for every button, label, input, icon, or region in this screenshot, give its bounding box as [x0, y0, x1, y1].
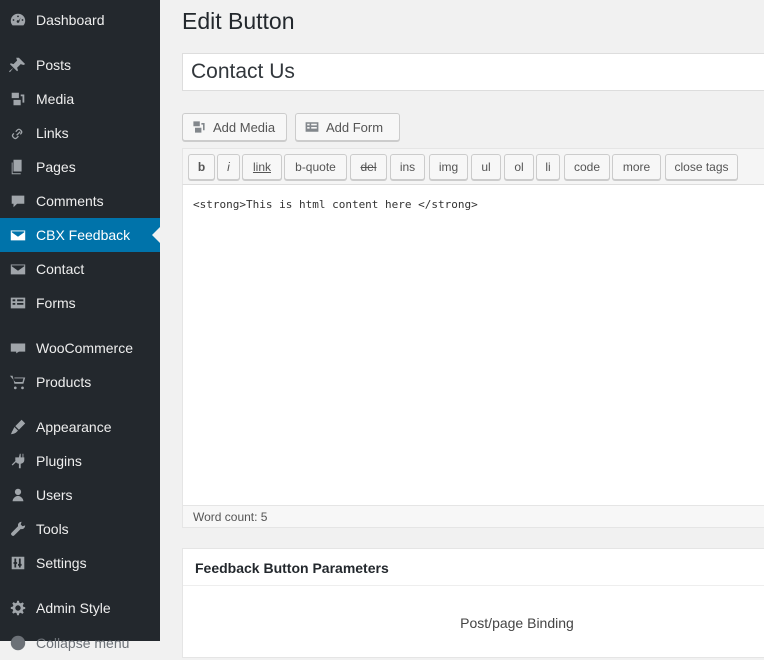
envelope-icon — [8, 225, 28, 245]
qt-ul-button[interactable]: ul — [471, 154, 501, 180]
qt-img-button[interactable]: img — [429, 154, 468, 180]
forms-icon — [305, 122, 319, 132]
quicktags-toolbar: b i link b-quote del ins img ul ol li co… — [182, 148, 764, 185]
sidebar-item-tools[interactable]: Tools — [0, 512, 160, 546]
sidebar-item-label: CBX Feedback — [36, 227, 131, 243]
sidebar-item-label: Products — [36, 374, 92, 390]
sidebar-item-woocommerce[interactable]: WooCommerce — [0, 331, 160, 365]
sidebar-item-cbx-feedback[interactable]: CBX Feedback — [0, 218, 160, 252]
sidebar-item-label: Posts — [36, 57, 72, 73]
add-form-button[interactable]: Add Form — [295, 113, 400, 141]
add-media-button[interactable]: Add Media — [182, 113, 287, 141]
sidebar-item-label: Users — [36, 487, 73, 503]
gear-icon — [8, 598, 28, 618]
envelope-icon — [8, 259, 28, 279]
collapse-menu-button[interactable]: Collapse menu — [0, 626, 160, 660]
pages-icon — [8, 157, 28, 177]
page-title: Edit Button — [182, 8, 295, 34]
qt-link-button[interactable]: link — [242, 154, 282, 180]
qt-code-button[interactable]: code — [564, 154, 610, 180]
woo-icon — [8, 338, 28, 358]
sidebar-item-label: Collapse menu — [36, 635, 130, 651]
sidebar-item-pages[interactable]: Pages — [0, 150, 160, 184]
add-media-label: Add Media — [213, 119, 276, 135]
word-count: Word count: 5 — [193, 510, 268, 524]
sidebar-item-forms[interactable]: Forms — [0, 286, 160, 320]
sidebar-item-label: Tools — [36, 521, 69, 537]
sidebar-item-label: Forms — [36, 295, 76, 311]
post-page-binding-label: Post/page Binding — [460, 615, 574, 631]
qt-close-tags-button[interactable]: close tags — [665, 154, 738, 180]
admin-sidebar: Dashboard Posts Media Links Pages Commen… — [0, 0, 160, 651]
qt-ol-button[interactable]: ol — [504, 154, 534, 180]
media-icon — [8, 89, 28, 109]
sidebar-item-dashboard[interactable]: Dashboard — [0, 3, 160, 37]
cart-icon — [8, 372, 28, 392]
qt-li-button[interactable]: li — [536, 154, 560, 180]
sidebar-item-label: Admin Style — [36, 600, 111, 616]
settings-icon — [8, 553, 28, 573]
editor-content: <strong>This is html content here </stro… — [193, 198, 478, 211]
feedback-parameters-metabox: Feedback Button Parameters Post/page Bin… — [182, 548, 764, 658]
qt-bold-button[interactable]: b — [188, 154, 215, 180]
plug-icon — [8, 451, 28, 471]
sidebar-item-products[interactable]: Products — [0, 365, 160, 399]
sidebar-item-label: Contact — [36, 261, 85, 277]
sidebar-item-label: Settings — [36, 555, 87, 571]
sidebar-item-media[interactable]: Media — [0, 82, 160, 116]
sidebar-item-label: Plugins — [36, 453, 82, 469]
comment-icon — [8, 191, 28, 211]
sidebar-item-label: WooCommerce — [36, 340, 133, 356]
wrench-icon — [8, 519, 28, 539]
pin-icon — [8, 55, 28, 75]
add-form-label: Add Form — [326, 119, 384, 135]
sidebar-item-links[interactable]: Links — [0, 116, 160, 150]
media-icon — [193, 121, 205, 133]
collapse-icon — [8, 633, 28, 653]
dashboard-icon — [8, 10, 28, 30]
qt-del-button[interactable]: del — [350, 154, 387, 180]
brush-icon — [8, 417, 28, 437]
sidebar-item-label: Pages — [36, 159, 76, 175]
metabox-title[interactable]: Feedback Button Parameters — [183, 549, 764, 586]
link-icon — [8, 123, 28, 143]
sidebar-item-posts[interactable]: Posts — [0, 48, 160, 82]
sidebar-item-settings[interactable]: Settings — [0, 546, 160, 580]
editor-textarea[interactable]: <strong>This is html content here </stro… — [182, 184, 764, 506]
forms-icon — [8, 293, 28, 313]
qt-more-button[interactable]: more — [612, 154, 661, 180]
sidebar-item-admin-style[interactable]: Admin Style — [0, 591, 160, 625]
qt-italic-button[interactable]: i — [217, 154, 240, 180]
sidebar-item-label: Links — [36, 125, 69, 141]
editor-status-bar: Word count: 5 — [182, 505, 764, 528]
post-title-input[interactable]: Contact Us — [182, 53, 764, 91]
sidebar-item-label: Dashboard — [36, 12, 105, 28]
qt-ins-button[interactable]: ins — [390, 154, 425, 180]
sidebar-item-users[interactable]: Users — [0, 478, 160, 512]
user-icon — [8, 485, 28, 505]
sidebar-item-label: Comments — [36, 193, 104, 209]
qt-bquote-button[interactable]: b-quote — [284, 154, 347, 180]
sidebar-item-label: Media — [36, 91, 75, 107]
sidebar-item-contact[interactable]: Contact — [0, 252, 160, 286]
sidebar-item-comments[interactable]: Comments — [0, 184, 160, 218]
sidebar-item-label: Appearance — [36, 419, 112, 435]
sidebar-item-plugins[interactable]: Plugins — [0, 444, 160, 478]
sidebar-item-appearance[interactable]: Appearance — [0, 410, 160, 444]
